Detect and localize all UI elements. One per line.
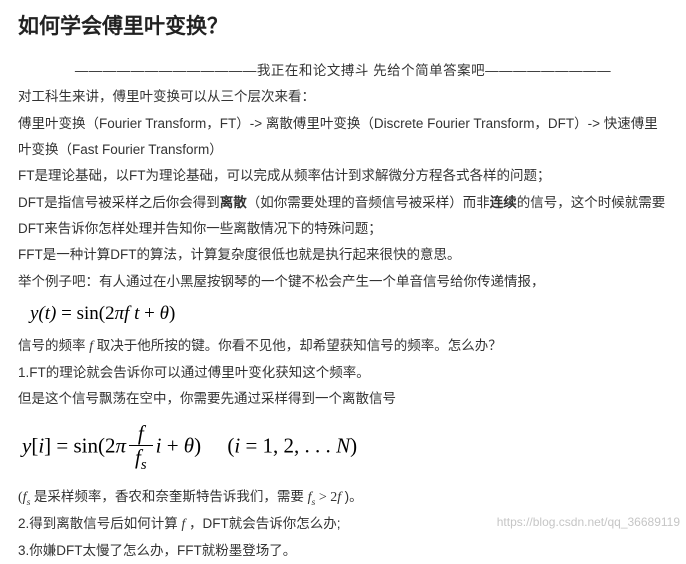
paragraph-3: FT是理论基础，以FT为理论基础，可以完成从频率估计到求解微分方程各式各样的问题… bbox=[18, 163, 668, 189]
paragraph-4: DFT是指信号被采样之后你会得到离散（如你需要处理的音频信号被采样）而非连续的信… bbox=[18, 190, 668, 243]
paragraph-8: 1.FT的理论就会告诉你可以通过傅里叶变化获知这个频率。 bbox=[18, 360, 668, 386]
formula-yt: y(t) = sin(2πf t + θ) bbox=[18, 295, 668, 333]
article-body: —————————————我正在和论文搏斗 先给个简单答案吧————————— … bbox=[0, 58, 686, 564]
page-title: 如何学会傅里叶变换？ bbox=[0, 0, 686, 58]
paragraph-9: 但是这个信号飘荡在空中，你需要先通过采样得到一个离散信号 bbox=[18, 386, 668, 412]
paragraph-7: 信号的频率 f 取决于他所按的键。你看不见他，却希望获知信号的频率。怎么办？ bbox=[18, 333, 668, 359]
emphasis-discrete: 离散 bbox=[220, 195, 247, 210]
paragraph-1: 对工科生来讲，傅里叶变换可以从三个层次来看： bbox=[18, 84, 668, 110]
emphasis-continuous: 连续 bbox=[490, 195, 517, 210]
paragraph-6: 举个例子吧：有人通过在小黑屋按钢琴的一个键不松会产生一个单音信号给你传递情报， bbox=[18, 269, 668, 295]
intro-divider: —————————————我正在和论文搏斗 先给个简单答案吧————————— bbox=[18, 58, 668, 84]
paragraph-12: 3.你嫌DFT太慢了怎么办，FFT就粉墨登场了。 bbox=[18, 538, 668, 564]
paragraph-2: 傅里叶变换（Fourier Transform，FT）-> 离散傅里叶变换（Di… bbox=[18, 111, 668, 164]
paragraph-5: FFT是一种计算DFT的算法，计算复杂度很低也就是执行起来很快的意思。 bbox=[18, 242, 668, 268]
formula-yi: y[i] = sin(2πffsi + θ) (i = 1, 2, . . . … bbox=[18, 412, 668, 483]
watermark: https://blog.csdn.net/qq_36689119 bbox=[497, 515, 680, 529]
paragraph-10: (fs 是采样频率，香农和奈奎斯特告诉我们，需要 fs > 2f )。 bbox=[18, 484, 668, 512]
